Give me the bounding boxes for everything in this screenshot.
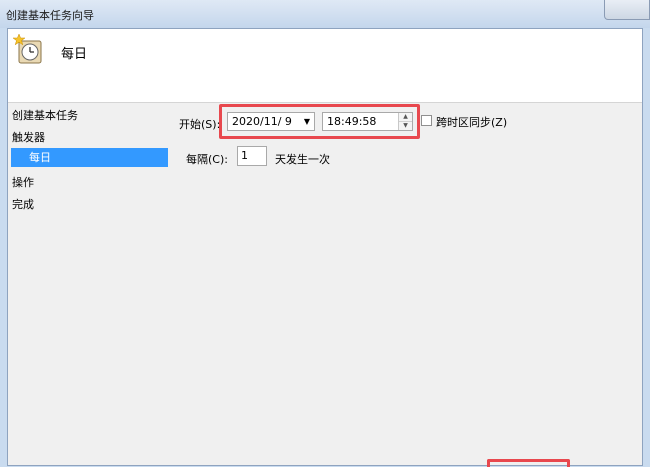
window-title: 创建基本任务向导: [6, 9, 94, 22]
nav-step-action[interactable]: 操作: [12, 174, 34, 190]
nav-step-create-basic-task[interactable]: 创建基本任务: [12, 107, 78, 123]
page-title: 每日: [61, 47, 88, 62]
start-label: 开始(S):: [179, 118, 221, 131]
recur-days-input[interactable]: 1: [237, 146, 267, 166]
highlight-box-start: [219, 104, 420, 139]
close-button[interactable]: [604, 0, 650, 20]
timezone-sync-checkbox[interactable]: [421, 115, 432, 126]
timezone-sync-label: 跨时区同步(Z): [436, 116, 508, 129]
nav-step-daily[interactable]: 每日: [11, 148, 168, 167]
task-clock-icon: [12, 33, 42, 64]
recur-suffix: 天发生一次: [275, 153, 330, 166]
title-bar[interactable]: 创建基本任务向导: [0, 0, 650, 28]
wizard-client-area: 每日 创建基本任务 触发器 每日 操作 完成 开始(S): 2020/11/ 9…: [7, 28, 643, 467]
wizard-header: 每日: [8, 29, 642, 103]
recur-label: 每隔(C):: [186, 153, 228, 166]
nav-step-trigger[interactable]: 触发器: [12, 129, 45, 145]
recur-days-value: 1: [241, 149, 248, 162]
nav-step-finish[interactable]: 完成: [12, 196, 34, 212]
